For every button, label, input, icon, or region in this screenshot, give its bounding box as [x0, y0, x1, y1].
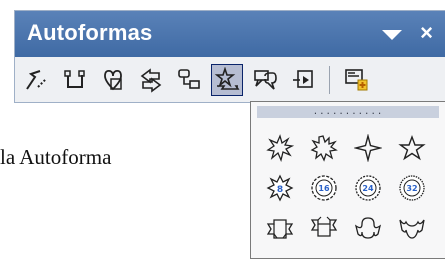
five-point-star-icon	[398, 135, 426, 161]
connectors-icon	[64, 70, 85, 88]
basic-shapes-icon	[104, 69, 122, 91]
callouts-button[interactable]	[249, 64, 281, 96]
eight-point-star-shape[interactable]: 8	[259, 168, 301, 208]
stars-banners-button[interactable]	[211, 64, 243, 96]
titlebar[interactable]: Autoformas ×	[15, 11, 445, 57]
toolbar	[21, 61, 372, 99]
up-ribbon-icon	[266, 219, 294, 239]
curved-down-ribbon-shape[interactable]	[391, 208, 433, 248]
curved-up-ribbon-shape[interactable]	[347, 208, 389, 248]
shapes-grid: 8 16 24 32	[259, 128, 433, 248]
more-autoshapes-button[interactable]	[340, 64, 372, 96]
explosion-1-shape[interactable]	[259, 128, 301, 168]
flowchart-icon	[178, 69, 200, 89]
down-ribbon-shape[interactable]	[303, 208, 345, 248]
connectors-button[interactable]	[59, 64, 91, 96]
down-ribbon-icon	[310, 216, 338, 237]
twenty-four-point-star-icon: 24	[355, 175, 381, 201]
lines-icon	[26, 70, 47, 90]
twenty-four-point-star-shape[interactable]: 24	[347, 168, 389, 208]
eight-point-star-icon: 8	[266, 174, 294, 202]
action-buttons-button[interactable]	[287, 64, 319, 96]
thirty-two-point-star-shape[interactable]: 32	[391, 168, 433, 208]
action-buttons-icon	[293, 70, 313, 88]
five-point-star-shape[interactable]	[391, 128, 433, 168]
more-autoshapes-icon	[345, 69, 368, 91]
explosion-2-icon	[310, 135, 338, 162]
basic-shapes-button[interactable]	[97, 64, 129, 96]
callouts-icon	[254, 70, 277, 90]
explosion-2-shape[interactable]	[303, 128, 345, 168]
star-label-8: 8	[277, 185, 283, 195]
star-label-24: 24	[362, 184, 374, 193]
up-ribbon-shape[interactable]	[259, 208, 301, 248]
stars-and-banners-menu: ........... 8 16 24 32	[250, 101, 445, 259]
autoshapes-toolbar-window: Autoformas ×	[14, 10, 445, 103]
lines-button[interactable]	[21, 64, 53, 96]
four-point-star-icon	[354, 134, 382, 162]
stars-banners-icon	[214, 67, 240, 90]
star-label-16: 16	[318, 184, 330, 193]
curved-up-ribbon-icon	[354, 217, 382, 239]
window-title: Autoformas	[27, 20, 153, 45]
block-arrows-icon	[140, 68, 162, 93]
document-text: la Autoforma	[0, 145, 112, 169]
star-label-32: 32	[406, 184, 417, 193]
four-point-star-shape[interactable]	[347, 128, 389, 168]
explosion-1-icon	[266, 134, 294, 162]
toolbar-separator	[329, 66, 330, 94]
flowchart-button[interactable]	[173, 64, 205, 96]
curved-down-ribbon-icon	[399, 219, 425, 239]
sixteen-point-star-icon: 16	[311, 175, 337, 201]
menu-drag-grip[interactable]: ...........	[257, 106, 439, 118]
block-arrows-button[interactable]	[135, 64, 167, 96]
sixteen-point-star-shape[interactable]: 16	[303, 168, 345, 208]
close-icon[interactable]: ×	[420, 22, 433, 44]
thirty-two-point-star-icon: 32	[399, 175, 425, 201]
toolbar-options-icon[interactable]	[382, 30, 403, 40]
